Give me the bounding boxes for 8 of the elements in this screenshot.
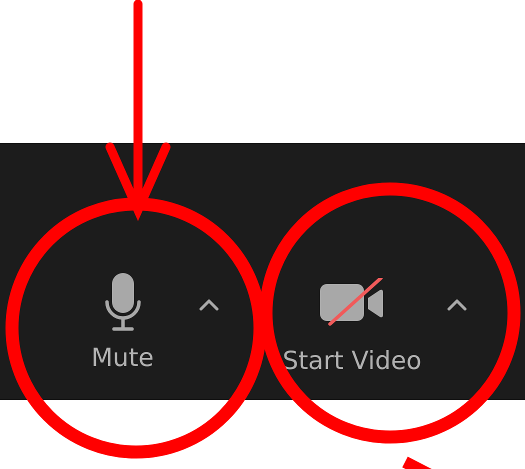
options-caret-button[interactable] — [197, 297, 221, 313]
start-video-button[interactable]: Start Video — [267, 273, 437, 376]
microphone-icon — [104, 273, 142, 333]
video-camera-icon — [320, 278, 384, 326]
caret-icon — [199, 299, 219, 311]
options-caret-button[interactable] — [445, 297, 469, 313]
caret-icon — [447, 299, 467, 311]
mute-button[interactable]: Mute — [60, 273, 185, 373]
